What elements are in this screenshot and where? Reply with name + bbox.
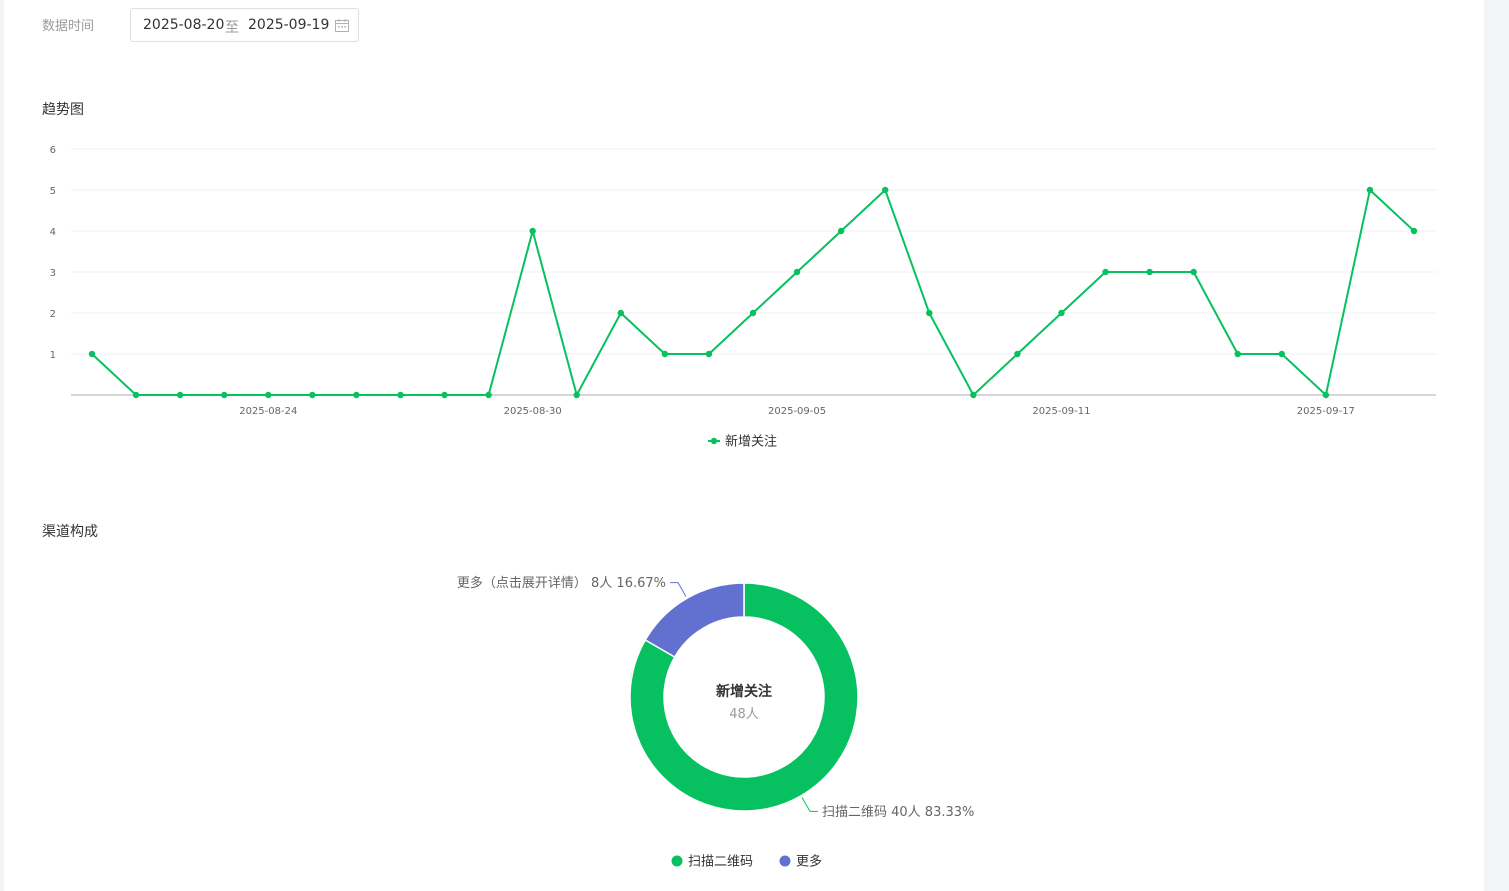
trend-line-chart: 123456 2025-08-24 2025-08-30 2025-09-05 202… (50, 145, 1436, 450)
legend-label[interactable]: 扫描二维码 (688, 855, 753, 870)
data-point (749, 309, 757, 317)
data-point (441, 391, 448, 399)
legend-label[interactable]: 更多 (796, 854, 822, 870)
data-point (1278, 350, 1286, 358)
legend-marker (779, 855, 791, 867)
y-tick-label: 3 (50, 268, 56, 279)
legend-label: 新增关注 (725, 434, 777, 450)
x-tick-label: 2025-09-05 (768, 406, 826, 417)
data-point (221, 391, 228, 399)
donut-center-value: 48人 (729, 707, 759, 722)
donut-center: 新增关注 48人 (716, 683, 772, 722)
x-tick-label: 2025-08-24 (239, 406, 297, 417)
data-point (661, 350, 669, 358)
data-point (397, 391, 404, 399)
trend-y-axis: 1 2 3 4 5 6 (50, 145, 56, 361)
y-tick-label: 2 (50, 309, 56, 320)
data-point (265, 391, 272, 399)
x-tick-label: 2025-08-30 (504, 406, 562, 417)
calendar-icon[interactable] (335, 19, 349, 32)
data-point (176, 391, 184, 399)
data-point (573, 391, 580, 399)
date-separator: 至 (225, 20, 239, 36)
x-tick-label: 2025-09-11 (1032, 406, 1090, 417)
trend-gridlines (71, 148, 1436, 396)
legend-point-marker (710, 437, 718, 445)
donut-legend: 扫描二维码 更多 (671, 854, 822, 870)
slice-label: 扫描二维码 40人 83.33% (822, 805, 974, 820)
data-point (309, 391, 316, 399)
y-tick-label: 1 (50, 350, 56, 361)
channel-composition-title: 渠道构成 (42, 524, 98, 540)
data-point (1366, 186, 1374, 194)
data-point (1014, 350, 1021, 358)
data-point (88, 350, 96, 358)
donut-slice[interactable] (644, 582, 745, 659)
data-point (1410, 227, 1418, 235)
data-point (837, 227, 845, 235)
data-point (1234, 350, 1241, 358)
x-tick-label: 2025-09-17 (1297, 406, 1355, 417)
channel-donut-chart: 扫描二维码 40人 83.33% 更多（点击展开详情） 8人 16.67% 新增关… (457, 575, 975, 870)
data-point (1190, 268, 1197, 276)
data-point (793, 268, 801, 276)
trend-x-axis: 2025-08-24 2025-08-30 2025-09-05 2025-09-11… (239, 406, 1355, 417)
end-date-input[interactable]: 2025-09-19 (248, 17, 329, 33)
label-leader-line (670, 582, 687, 597)
data-point (485, 391, 492, 399)
start-date-input[interactable]: 2025-08-20 (143, 17, 224, 33)
date-range-picker[interactable]: 2025-08-20 至 2025-09-19 (130, 8, 359, 42)
legend-marker (671, 855, 683, 867)
data-point (1322, 391, 1330, 399)
label-leader-line (801, 797, 818, 812)
data-point (132, 391, 140, 399)
data-point (926, 309, 933, 317)
data-point (882, 186, 889, 194)
data-point (1146, 268, 1153, 276)
y-tick-label: 6 (50, 145, 56, 156)
donut-center-title: 新增关注 (716, 683, 772, 700)
data-time-label: 数据时间 (42, 19, 95, 34)
y-tick-label: 4 (50, 227, 56, 238)
y-tick-label: 5 (50, 186, 56, 197)
data-point (353, 391, 360, 399)
slice-label: 更多（点击展开详情） 8人 16.67% (457, 575, 666, 591)
series-line-new-follows (91, 189, 1415, 396)
trend-chart-title: 趋势图 (42, 102, 84, 118)
data-point (970, 391, 977, 399)
trend-legend[interactable]: 新增关注 (708, 434, 777, 450)
trend-data-points (88, 186, 1418, 399)
data-point (529, 227, 536, 235)
data-point (617, 309, 624, 317)
data-point (705, 350, 713, 358)
data-point (1102, 268, 1109, 276)
data-point (1058, 309, 1065, 317)
